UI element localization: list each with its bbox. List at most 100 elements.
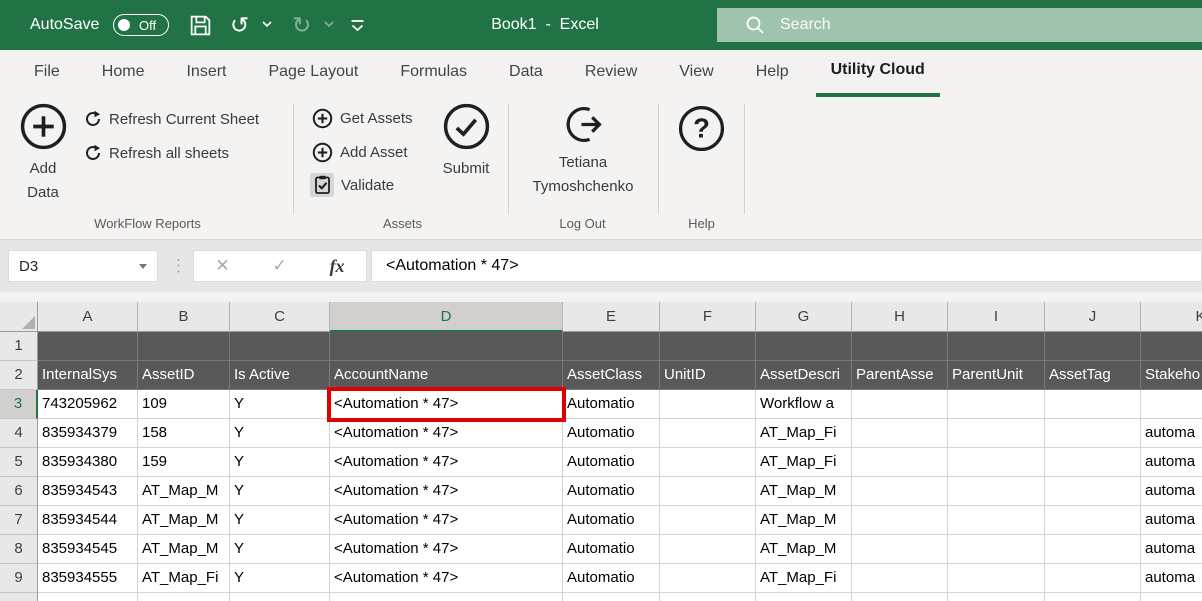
search-box[interactable] [717, 8, 1202, 42]
row-header-1[interactable]: 1 [0, 332, 38, 361]
validate-button[interactable]: Validate [310, 173, 394, 197]
select-all-corner[interactable] [0, 302, 38, 332]
cell-K2[interactable]: Stakeho [1141, 361, 1202, 390]
column-header-H[interactable]: H [852, 302, 948, 332]
cell-A6[interactable]: 835934543 [38, 477, 138, 506]
cell-E1[interactable] [563, 332, 660, 361]
cell-J7[interactable] [1045, 506, 1141, 535]
cell-F4[interactable] [660, 419, 756, 448]
cell-G2[interactable]: AssetDescri [756, 361, 852, 390]
get-assets-button[interactable]: Get Assets [312, 106, 413, 130]
cell-D7[interactable]: <Automation * 47> [330, 506, 563, 535]
row-header-5[interactable]: 5 [0, 448, 38, 477]
cell-J9[interactable] [1045, 564, 1141, 593]
tab-file[interactable]: File [19, 50, 75, 97]
cell-C8[interactable]: Y [230, 535, 330, 564]
cell-D6[interactable]: <Automation * 47> [330, 477, 563, 506]
formula-input[interactable]: <Automation * 47> [371, 250, 1202, 282]
cell-A10[interactable] [38, 593, 138, 601]
cell-F2[interactable]: UnitID [660, 361, 756, 390]
cell-E5[interactable]: Automatio [563, 448, 660, 477]
cell-B3[interactable]: 109 [138, 390, 230, 419]
cell-I4[interactable] [948, 419, 1045, 448]
cell-F9[interactable] [660, 564, 756, 593]
cell-E6[interactable]: Automatio [563, 477, 660, 506]
cell-G8[interactable]: AT_Map_M [756, 535, 852, 564]
cell-E10[interactable] [563, 593, 660, 601]
cell-K1[interactable] [1141, 332, 1202, 361]
cell-J5[interactable] [1045, 448, 1141, 477]
tab-formulas[interactable]: Formulas [385, 50, 482, 97]
cell-B6[interactable]: AT_Map_M [138, 477, 230, 506]
cell-H10[interactable] [852, 593, 948, 601]
cell-C7[interactable]: Y [230, 506, 330, 535]
cell-C3[interactable]: Y [230, 390, 330, 419]
cell-C6[interactable]: Y [230, 477, 330, 506]
column-header-G[interactable]: G [756, 302, 852, 332]
cell-I6[interactable] [948, 477, 1045, 506]
cell-J2[interactable]: AssetTag [1045, 361, 1141, 390]
cell-F5[interactable] [660, 448, 756, 477]
cell-B8[interactable]: AT_Map_M [138, 535, 230, 564]
cell-I3[interactable] [948, 390, 1045, 419]
add-asset-button[interactable]: Add Asset [312, 140, 408, 164]
cell-G3[interactable]: Workflow a [756, 390, 852, 419]
submit-button[interactable]: Submit [437, 102, 495, 181]
cell-K5[interactable]: automa [1141, 448, 1202, 477]
cell-K9[interactable]: automa [1141, 564, 1202, 593]
column-header-C[interactable]: C [230, 302, 330, 332]
enter-icon[interactable]: ✓ [272, 256, 286, 276]
cell-C2[interactable]: Is Active [230, 361, 330, 390]
cell-C4[interactable]: Y [230, 419, 330, 448]
cell-D10[interactable] [330, 593, 563, 601]
logout-user-button[interactable]: Tetiana Tymoshchenko [508, 104, 658, 199]
cell-I2[interactable]: ParentUnit [948, 361, 1045, 390]
tab-utility-cloud[interactable]: Utility Cloud [816, 50, 940, 97]
cell-D4[interactable]: <Automation * 47> [330, 419, 563, 448]
tab-help[interactable]: Help [741, 50, 804, 97]
cell-K3[interactable] [1141, 390, 1202, 419]
tab-review[interactable]: Review [570, 50, 652, 97]
column-header-J[interactable]: J [1045, 302, 1141, 332]
cell-A3[interactable]: 743205962 [38, 390, 138, 419]
cell-J6[interactable] [1045, 477, 1141, 506]
tab-view[interactable]: View [664, 50, 728, 97]
cell-D3[interactable]: <Automation * 47> [330, 390, 563, 419]
cell-H3[interactable] [852, 390, 948, 419]
cell-K7[interactable]: automa [1141, 506, 1202, 535]
cell-D1[interactable] [330, 332, 563, 361]
cell-A8[interactable]: 835934545 [38, 535, 138, 564]
cell-I10[interactable] [948, 593, 1045, 601]
column-header-K[interactable]: K [1141, 302, 1202, 332]
cell-A5[interactable]: 835934380 [38, 448, 138, 477]
tab-page-layout[interactable]: Page Layout [253, 50, 373, 97]
column-header-E[interactable]: E [563, 302, 660, 332]
cell-C9[interactable]: Y [230, 564, 330, 593]
row-header-3[interactable]: 3 [0, 390, 38, 419]
cell-J4[interactable] [1045, 419, 1141, 448]
cell-J3[interactable] [1045, 390, 1141, 419]
cancel-icon[interactable]: ✕ [215, 256, 229, 276]
cell-H2[interactable]: ParentAsse [852, 361, 948, 390]
cell-F10[interactable] [660, 593, 756, 601]
refresh-all-sheets-button[interactable]: Refresh all sheets [84, 141, 229, 165]
help-button[interactable]: ? [677, 104, 726, 153]
cell-C1[interactable] [230, 332, 330, 361]
cell-D8[interactable]: <Automation * 47> [330, 535, 563, 564]
cell-J10[interactable] [1045, 593, 1141, 601]
cell-B10[interactable] [138, 593, 230, 601]
row-header-9[interactable]: 9 [0, 564, 38, 593]
search-input[interactable] [778, 15, 1162, 35]
row-header-8[interactable]: 8 [0, 535, 38, 564]
row-header-7[interactable]: 7 [0, 506, 38, 535]
cell-A9[interactable]: 835934555 [38, 564, 138, 593]
cell-K10[interactable] [1141, 593, 1202, 601]
cell-B7[interactable]: AT_Map_M [138, 506, 230, 535]
insert-function-icon[interactable]: fx [330, 256, 345, 277]
cell-H7[interactable] [852, 506, 948, 535]
cell-H8[interactable] [852, 535, 948, 564]
name-box[interactable]: D3 [8, 250, 158, 282]
cell-H4[interactable] [852, 419, 948, 448]
name-box-dropdown-icon[interactable] [139, 264, 147, 269]
column-header-F[interactable]: F [660, 302, 756, 332]
